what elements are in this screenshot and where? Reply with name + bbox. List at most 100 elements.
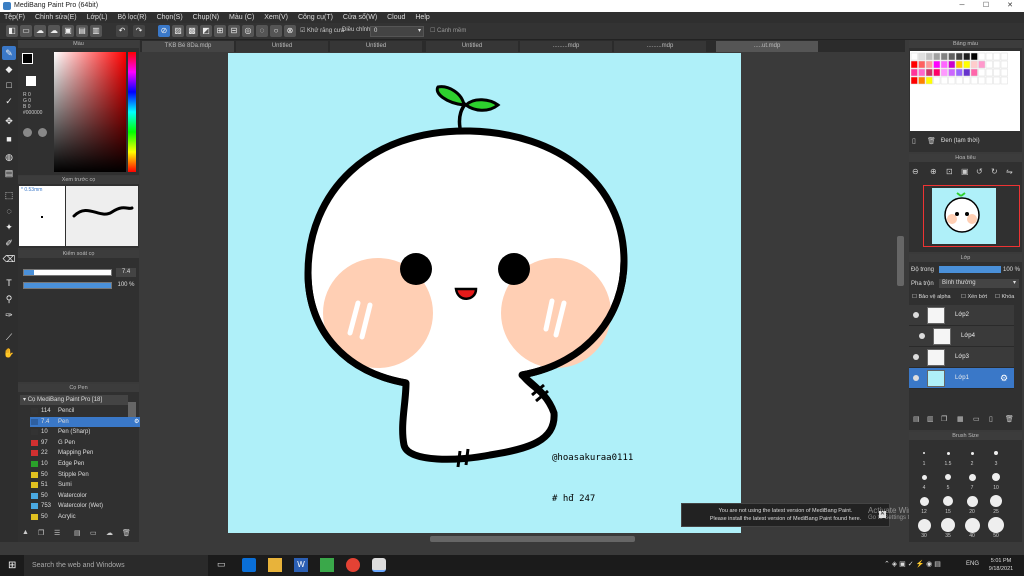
palette-swatch[interactable] <box>1000 76 1008 85</box>
save-icon[interactable]: ▣ <box>62 25 74 37</box>
minimize-button[interactable]: ─ <box>950 0 974 12</box>
palette-swatch[interactable] <box>978 60 986 69</box>
transparent-swatch[interactable] <box>26 76 36 86</box>
undo-icon[interactable]: ↶ <box>116 25 128 37</box>
palette-swatch[interactable] <box>940 68 948 77</box>
brush-size-preset[interactable]: 2 <box>960 444 984 468</box>
open-icon[interactable]: ▭ <box>20 25 32 37</box>
brush-group-header[interactable]: ▾ Cọ MediBang Paint Pro [18] <box>20 395 128 405</box>
protect-alpha-checkbox[interactable]: ☐ Bảo vệ alpha <box>912 294 951 300</box>
palette-swatch[interactable] <box>955 60 963 69</box>
eye-icon[interactable] <box>913 375 919 381</box>
chrome-icon[interactable] <box>346 558 360 572</box>
navigator-viewport[interactable] <box>923 185 1020 247</box>
palette-swatch[interactable] <box>993 76 1001 85</box>
brush-opacity-slider[interactable] <box>23 282 112 289</box>
palette-swatch[interactable] <box>978 52 986 61</box>
move-icon[interactable]: ✥ <box>2 114 16 128</box>
close-button[interactable]: ✕ <box>998 0 1022 12</box>
menu-filter[interactable]: Bộ lọc(R) <box>117 12 146 23</box>
brush-size-preset[interactable]: 1.5 <box>936 444 960 468</box>
folder-icon[interactable]: ▭ <box>90 529 97 537</box>
hand-icon[interactable]: ✋ <box>2 346 16 360</box>
cloud-save-icon[interactable]: ☁ <box>48 25 60 37</box>
brush-size-preset[interactable]: 7 <box>960 468 984 492</box>
invert-selection-icon[interactable]: ▩ <box>186 25 198 37</box>
palette-swatch[interactable] <box>933 52 941 61</box>
lock-checkbox[interactable]: ☐ Khóa <box>995 294 1014 300</box>
eraser-icon[interactable]: ◆ <box>2 62 16 76</box>
brush-size-preset[interactable]: 50 <box>984 516 1008 540</box>
add-brush-icon[interactable]: ▲ <box>22 529 29 536</box>
palette-add-icon[interactable]: ▯ <box>912 137 916 145</box>
palette-swatch[interactable] <box>1000 68 1008 77</box>
menu-file[interactable]: Tệp(F) <box>4 12 25 23</box>
palette-swatch[interactable] <box>978 76 986 85</box>
brush-size-preset[interactable]: 12 <box>912 492 936 516</box>
menu-color[interactable]: Màu (C) <box>229 12 254 23</box>
palette-swatch[interactable] <box>918 76 926 85</box>
gradient-icon[interactable]: ▤ <box>2 166 16 180</box>
tab-1[interactable]: TKB Bé 8Da.mdp <box>142 41 234 52</box>
drawing-canvas[interactable]: @hoasakuraa0111 # hđ 247 <box>228 53 741 533</box>
tab-4[interactable]: Untitled <box>426 41 518 52</box>
maximize-button[interactable]: ☐ <box>974 0 998 12</box>
palette-swatches[interactable] <box>910 51 1020 131</box>
grid-icon[interactable]: ⊞ <box>214 25 226 37</box>
merge-layer-icon[interactable]: ▯ <box>989 415 993 423</box>
palette-swatch[interactable] <box>933 76 941 85</box>
layer-folder-icon[interactable]: ▭ <box>973 415 980 423</box>
layer-row[interactable]: Lớp4 <box>909 326 1014 347</box>
menu-window[interactable]: Cửa sổ(W) <box>343 12 377 23</box>
color-mode-icon-2[interactable] <box>38 128 47 137</box>
menu-edit[interactable]: Chỉnh sửa(E) <box>35 12 77 23</box>
palette-swatch[interactable] <box>948 52 956 61</box>
brush-size-preset[interactable]: 4 <box>912 468 936 492</box>
eye-icon[interactable] <box>913 354 919 360</box>
palette-swatch[interactable] <box>978 68 986 77</box>
palette-swatch[interactable] <box>955 52 963 61</box>
brush-size-preset[interactable]: 20 <box>960 492 984 516</box>
layer-row[interactable]: Lớp3 <box>909 347 1014 368</box>
palette-swatch[interactable] <box>933 68 941 77</box>
gear-icon[interactable]: ⚙ <box>134 417 139 427</box>
select-eraser-icon[interactable]: ⌫ <box>2 252 16 266</box>
snap-cross-icon[interactable]: ◎ <box>242 25 254 37</box>
palette-swatch[interactable] <box>918 60 926 69</box>
palette-swatch[interactable] <box>910 60 918 69</box>
saturation-value-picker[interactable] <box>54 52 126 172</box>
eye-icon[interactable] <box>919 333 925 339</box>
palette-swatch[interactable] <box>910 52 918 61</box>
gear-icon[interactable]: ⚙ <box>1000 373 1008 384</box>
palette-swatch[interactable] <box>918 68 926 77</box>
layer-row[interactable]: Lớp2 <box>909 305 1014 326</box>
snap-circle-icon[interactable]: ○ <box>270 25 282 37</box>
palette-swatch[interactable] <box>940 76 948 85</box>
snap-checkbox[interactable]: ☐ Canh mềm <box>430 27 466 34</box>
palette-swatch[interactable] <box>993 60 1001 69</box>
menu-view[interactable]: Xem(V) <box>264 12 288 23</box>
zalo-icon[interactable] <box>242 558 256 572</box>
redo-icon[interactable]: ↷ <box>133 25 145 37</box>
palette-swatch[interactable] <box>970 76 978 85</box>
divide-panel-icon[interactable]: ⟋ <box>2 330 16 344</box>
palette-swatch[interactable] <box>910 76 918 85</box>
palette-swatch[interactable] <box>970 68 978 77</box>
tab-3[interactable]: Untitled <box>330 41 422 52</box>
rotate-right-icon[interactable]: ↻ <box>991 167 998 176</box>
palette-swatch[interactable] <box>925 76 933 85</box>
brush-size-preset[interactable]: 5 <box>936 468 960 492</box>
bucket-icon[interactable]: ◍ <box>2 150 16 164</box>
brush-menu-icon[interactable]: ☰ <box>54 529 60 537</box>
palette-swatch[interactable] <box>993 52 1001 61</box>
blend-select[interactable]: Bình thường ▾ <box>939 279 1019 288</box>
fill-selection-icon[interactable]: ◩ <box>200 25 212 37</box>
brush-size-preset[interactable]: 15 <box>936 492 960 516</box>
snap-off-icon[interactable]: ⊗ <box>284 25 296 37</box>
palette-swatch[interactable] <box>955 68 963 77</box>
tray-icons[interactable]: ⌃ ◈ ▣ ✓ ⚡ ◉ ▤ <box>884 560 941 568</box>
cloud-open-icon[interactable]: ☁ <box>34 25 46 37</box>
layer-opacity-slider[interactable] <box>939 266 1001 273</box>
brush-size-value[interactable]: 7.4 <box>116 268 136 277</box>
tab-5[interactable]: .........mdp <box>520 41 612 52</box>
